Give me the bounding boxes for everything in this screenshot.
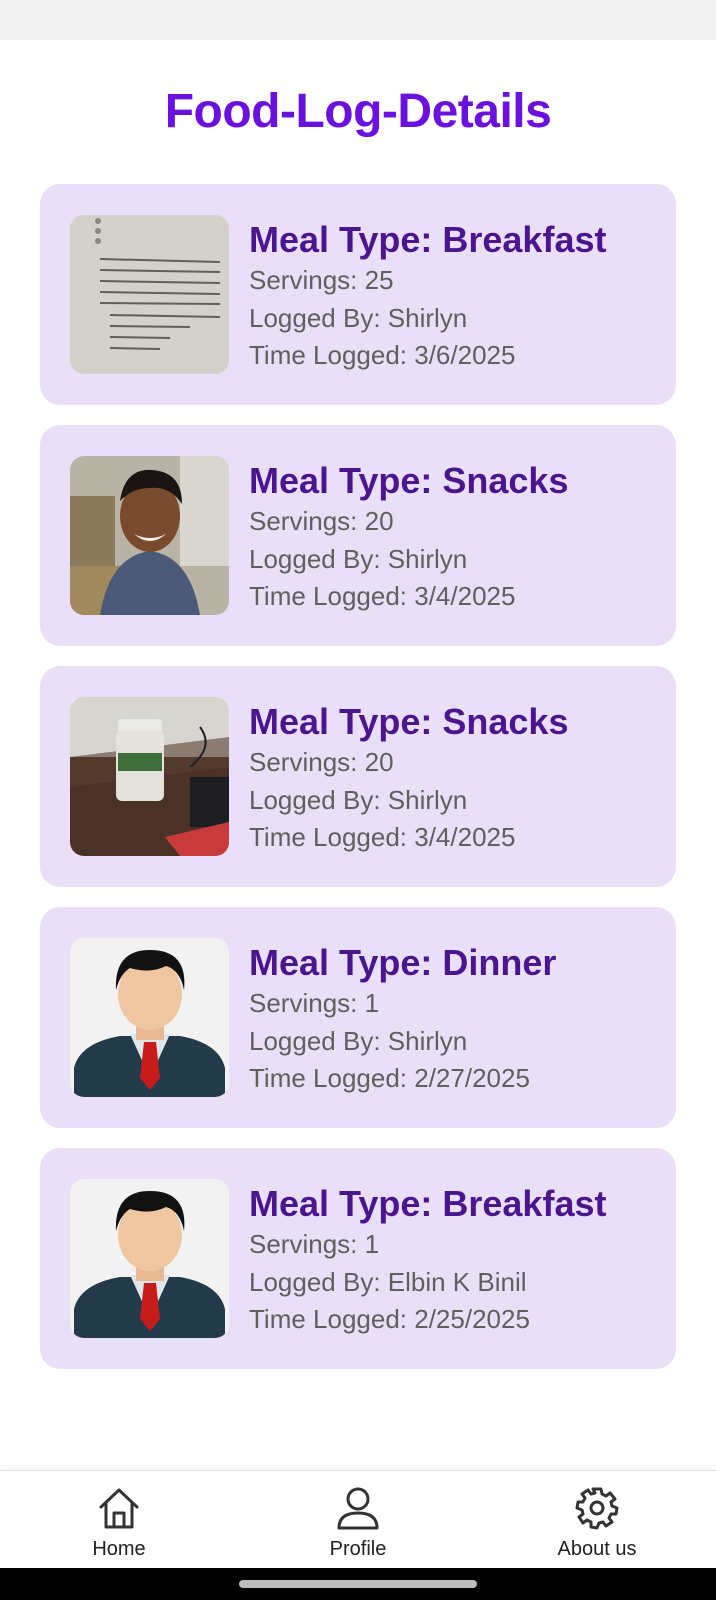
nav-item-about-us[interactable]: About us bbox=[517, 1485, 677, 1561]
time-logged: Time Logged: 3/4/2025 bbox=[249, 822, 516, 852]
meal-photo-thumbnail bbox=[70, 938, 229, 1097]
food-log-card[interactable]: Meal Type: Snacks Servings: 20 Logged By… bbox=[40, 666, 676, 887]
food-log-card[interactable]: Meal Type: Dinner Servings: 1 Logged By:… bbox=[40, 907, 676, 1128]
servings: Servings: 20 bbox=[249, 747, 394, 777]
home-icon bbox=[99, 1488, 139, 1529]
time-logged: Time Logged: 2/27/2025 bbox=[249, 1063, 530, 1093]
meal-photo-thumbnail bbox=[70, 697, 229, 856]
bottom-navigation: Home Profile About us bbox=[0, 1470, 716, 1568]
nav-item-home[interactable]: Home bbox=[39, 1485, 199, 1561]
servings: Servings: 25 bbox=[249, 265, 394, 295]
gear-icon bbox=[575, 1487, 619, 1530]
meal-type: Meal Type: Snacks bbox=[249, 460, 569, 501]
home-gesture-handle[interactable] bbox=[239, 1580, 477, 1588]
logged-by: Logged By: Shirlyn bbox=[249, 302, 468, 333]
nav-label-home: Home bbox=[92, 1538, 146, 1560]
logged-by: Logged By: Shirlyn bbox=[249, 543, 468, 574]
food-log-list: Meal Type: Breakfast Servings: 25 Logged… bbox=[40, 184, 676, 1389]
bottle-on-desk-photo-image bbox=[70, 697, 229, 856]
meal-photo-thumbnail bbox=[70, 1179, 229, 1338]
food-log-card[interactable]: Meal Type: Breakfast Servings: 1 Logged … bbox=[40, 1148, 676, 1369]
nav-label-about-us: About us bbox=[557, 1538, 637, 1560]
default-avatar-illustration bbox=[70, 1179, 229, 1338]
servings: Servings: 1 bbox=[249, 988, 380, 1018]
meal-type: Meal Type: Dinner bbox=[249, 942, 557, 983]
meal-type: Meal Type: Breakfast bbox=[249, 1183, 607, 1224]
profile-icon bbox=[337, 1487, 379, 1530]
meal-type: Meal Type: Breakfast bbox=[249, 219, 607, 260]
system-gesture-bar bbox=[0, 1568, 716, 1600]
meal-photo-thumbnail bbox=[70, 215, 229, 374]
logged-by: Logged By: Shirlyn bbox=[249, 784, 468, 815]
servings: Servings: 20 bbox=[249, 506, 394, 536]
logged-by: Logged By: Elbin K Binil bbox=[249, 1266, 527, 1297]
logged-by: Logged By: Shirlyn bbox=[249, 1025, 468, 1056]
status-bar bbox=[0, 0, 716, 40]
time-logged: Time Logged: 3/4/2025 bbox=[249, 581, 516, 611]
document-photo-image bbox=[70, 215, 229, 374]
meal-type: Meal Type: Snacks bbox=[249, 701, 569, 742]
nav-label-profile: Profile bbox=[329, 1538, 387, 1560]
food-log-card[interactable]: Meal Type: Snacks Servings: 20 Logged By… bbox=[40, 425, 676, 646]
page-title: Food-Log-Details bbox=[164, 85, 552, 138]
person-selfie-photo-image bbox=[70, 456, 229, 615]
default-avatar-illustration bbox=[70, 938, 229, 1097]
meal-photo-thumbnail bbox=[70, 456, 229, 615]
nav-item-profile[interactable]: Profile bbox=[278, 1485, 438, 1561]
time-logged: Time Logged: 3/6/2025 bbox=[249, 340, 516, 370]
time-logged: Time Logged: 2/25/2025 bbox=[249, 1304, 530, 1334]
servings: Servings: 1 bbox=[249, 1229, 380, 1259]
food-log-card[interactable]: Meal Type: Breakfast Servings: 25 Logged… bbox=[40, 184, 676, 405]
